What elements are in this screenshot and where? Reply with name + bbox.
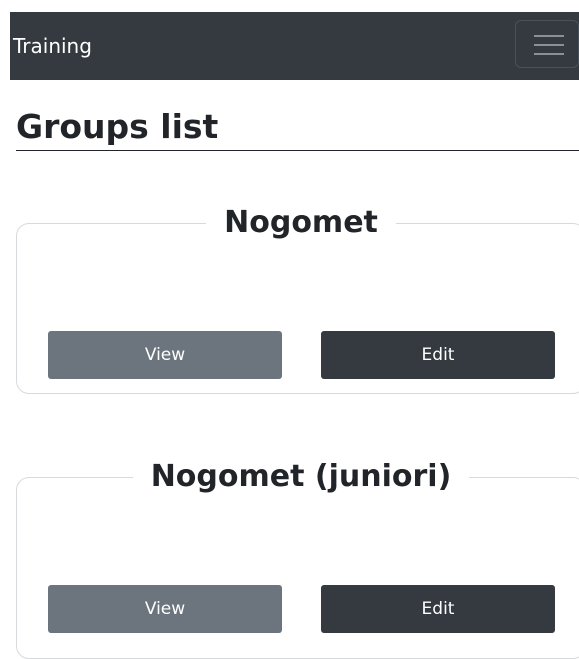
group-name: Nogomet [224,205,378,240]
view-group-button[interactable]: View [48,331,282,379]
navbar-brand[interactable]: Training [13,34,92,58]
group-name: Nogomet (juniori) [150,459,452,494]
edit-group-button[interactable]: Edit [321,585,555,633]
group-fieldset: Nogomet View Edit [16,205,579,394]
group-card: Nogomet View Edit [16,205,579,394]
page-title: Groups list [16,106,579,151]
group-card: Nogomet (juniori) View Edit [16,459,579,659]
navbar-toggler-button[interactable] [515,20,579,68]
view-group-button[interactable]: View [48,585,282,633]
edit-group-button[interactable]: Edit [321,331,555,379]
navbar: Training [10,12,579,80]
group-fieldset: Nogomet (juniori) View Edit [16,459,579,659]
